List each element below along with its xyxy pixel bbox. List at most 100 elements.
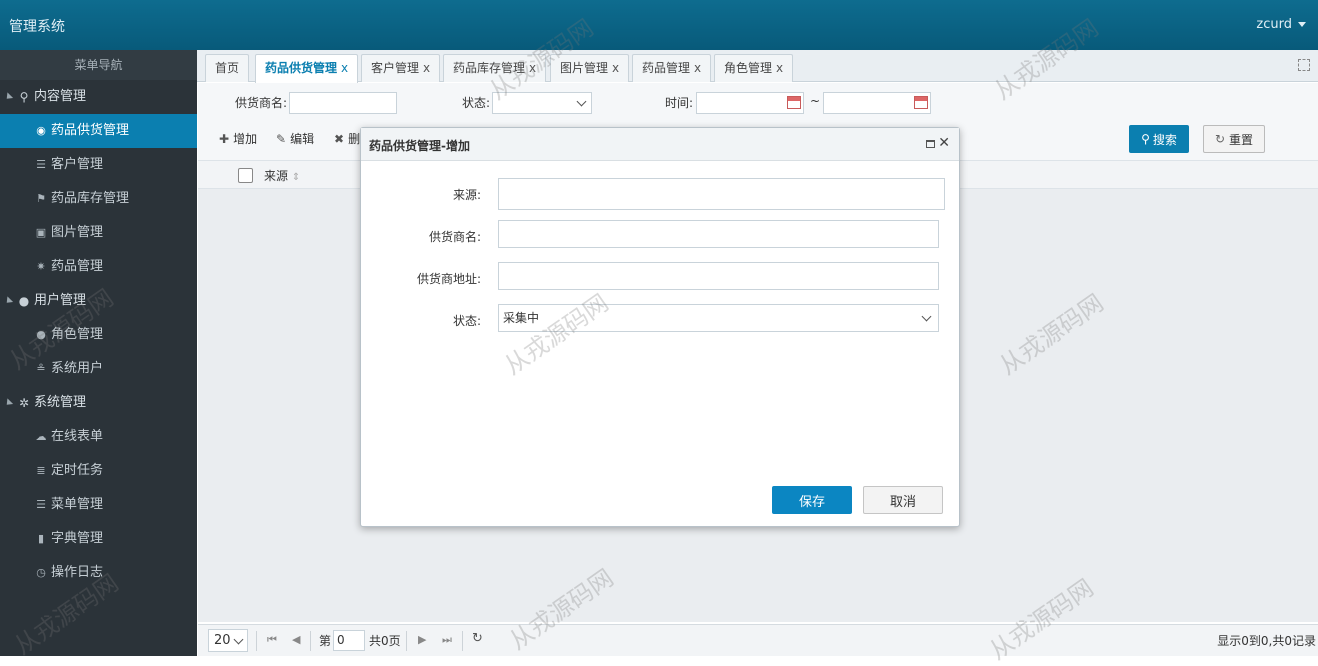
close-icon[interactable]: x (341, 61, 348, 75)
supplier-name-field[interactable] (498, 220, 939, 248)
supplier-address-field[interactable] (498, 262, 939, 290)
close-icon[interactable]: x (612, 61, 619, 75)
chevron-down-icon (921, 311, 932, 322)
tab-drugs[interactable]: 药品管理 x (632, 54, 712, 82)
tab-label: 首页 (215, 61, 240, 75)
tab-customers[interactable]: 客户管理 x (361, 54, 441, 82)
search-icon: ⚲ (1141, 132, 1150, 146)
sidebar-item-label: 药品供货管理 (51, 123, 130, 138)
sidebar-group-users[interactable]: ● 用户管理 (0, 284, 197, 318)
calendar-icon[interactable] (787, 96, 801, 109)
edit-button-label: 编辑 (290, 132, 315, 146)
pager-summary: 显示0到0,共0记录 (1217, 634, 1316, 648)
page-size-select[interactable]: 20 (208, 629, 248, 652)
tab-drug-supply[interactable]: 药品供货管理 x (255, 54, 359, 83)
picture-icon: ▣ (35, 226, 47, 239)
close-icon[interactable]: x (423, 61, 430, 75)
refresh-icon: ↻ (1214, 132, 1226, 146)
tab-images[interactable]: 图片管理 x (550, 54, 630, 82)
pager-divider (462, 631, 463, 651)
maximize-icon[interactable] (926, 140, 935, 148)
select-all-checkbox[interactable] (238, 168, 253, 183)
sidebar-item-online-forms[interactable]: ☁ 在线表单 (0, 420, 197, 454)
book-icon: ▮ (37, 532, 45, 545)
tab-label: 角色管理 (724, 61, 773, 75)
close-icon[interactable]: ✕ (938, 135, 950, 151)
sidebar-group-label: 系统管理 (34, 395, 87, 410)
close-icon[interactable]: x (776, 61, 783, 75)
column-header-label: 来源 (264, 169, 289, 183)
reset-button-label: 重置 (1229, 132, 1254, 147)
next-page-icon[interactable]: ▶ (418, 633, 426, 646)
close-icon[interactable]: x (529, 61, 536, 75)
cancel-button[interactable]: 取消 (863, 486, 943, 514)
save-button[interactable]: 保存 (772, 486, 852, 514)
supplier-filter-input[interactable] (289, 92, 397, 114)
pencil-icon: ✎ (276, 131, 287, 146)
sidebar-item-label: 定时任务 (51, 463, 104, 478)
prev-page-icon[interactable]: ◀ (292, 633, 300, 646)
sidebar-item-customers[interactable]: ☰ 客户管理 (0, 148, 197, 182)
page-number-input[interactable]: 0 (333, 630, 365, 651)
user-icon: ● (36, 328, 46, 341)
add-button-label: 增加 (233, 132, 258, 146)
expand-triangle-icon (3, 398, 14, 408)
tasks-icon: ≣ (36, 464, 46, 477)
sidebar-item-drug-stock[interactable]: ⚑ 药品库存管理 (0, 182, 197, 216)
sidebar-group-label: 用户管理 (34, 293, 87, 308)
search-button[interactable]: ⚲ 搜索 (1129, 125, 1189, 153)
tab-label: 药品管理 (642, 61, 691, 75)
sidebar-group-system[interactable]: ✲ 系统管理 (0, 386, 197, 420)
edit-button[interactable]: ✎ 编辑 (276, 130, 314, 147)
time-range-separator: ~ (810, 94, 821, 108)
sidebar-item-logs[interactable]: ◷ 操作日志 (0, 556, 197, 590)
sidebar-item-dictionary[interactable]: ▮ 字典管理 (0, 522, 197, 556)
tab-label: 药品库存管理 (453, 61, 526, 75)
tab-label: 客户管理 (371, 61, 420, 75)
sidebar-item-menus[interactable]: ☰ 菜单管理 (0, 488, 197, 522)
close-icon[interactable]: x (694, 61, 701, 75)
time-end-input[interactable] (823, 92, 931, 114)
pager-divider (406, 631, 407, 651)
sort-icon: ⇕ (291, 172, 301, 183)
dialog-title: 药品供货管理-增加 (369, 139, 470, 153)
first-page-icon[interactable]: ⏮ (267, 633, 277, 647)
source-field[interactable] (498, 178, 945, 210)
calendar-icon[interactable] (914, 96, 928, 109)
sidebar-item-drugs[interactable]: ✷ 药品管理 (0, 250, 197, 284)
chevron-down-icon (1298, 22, 1306, 27)
fullscreen-icon[interactable] (1298, 59, 1310, 71)
sidebar-header: 菜单导航 (0, 50, 197, 80)
sidebar-item-drug-supply[interactable]: ◉ 药品供货管理 (0, 114, 197, 148)
user-menu[interactable]: zcurd (1256, 17, 1306, 32)
time-filter-label: 时间: (665, 96, 694, 110)
time-start-input[interactable] (696, 92, 804, 114)
pager-divider (256, 631, 257, 651)
tab-drug-stock[interactable]: 药品库存管理 x (443, 54, 547, 82)
column-header-source[interactable]: 来源 ⇕ (264, 167, 300, 184)
sidebar-item-label: 字典管理 (51, 531, 104, 546)
tab-home[interactable]: 首页 (205, 54, 250, 82)
refresh-icon[interactable]: ↻ (472, 631, 483, 646)
tab-roles[interactable]: 角色管理 x (714, 54, 794, 82)
sidebar-item-label: 角色管理 (51, 327, 104, 342)
sidebar-item-images[interactable]: ▣ 图片管理 (0, 216, 197, 250)
delete-button[interactable]: ✖ 删 (334, 130, 360, 147)
status-filter-select[interactable] (492, 92, 592, 114)
expand-triangle-icon (3, 296, 14, 306)
dialog-header: 药品供货管理-增加 ✕ (361, 128, 959, 161)
sidebar-item-system-users[interactable]: ≗ 系统用户 (0, 352, 197, 386)
reset-button[interactable]: ↻ 重置 (1203, 125, 1265, 153)
globe-icon: ◉ (36, 124, 46, 137)
sidebar-group-content[interactable]: ⚲ 内容管理 (0, 80, 197, 114)
list-icon: ☰ (36, 158, 46, 171)
plus-icon: ✚ (219, 131, 230, 146)
sidebar-item-scheduled-tasks[interactable]: ≣ 定时任务 (0, 454, 197, 488)
status-select[interactable]: 采集中 (498, 304, 939, 332)
add-button[interactable]: ✚ 增加 (219, 130, 257, 147)
sidebar-item-label: 药品管理 (51, 259, 104, 274)
last-page-icon[interactable]: ⏭ (442, 633, 452, 647)
status-select-value: 采集中 (503, 311, 540, 325)
chevron-down-icon (576, 96, 587, 107)
sidebar-item-roles[interactable]: ● 角色管理 (0, 318, 197, 352)
